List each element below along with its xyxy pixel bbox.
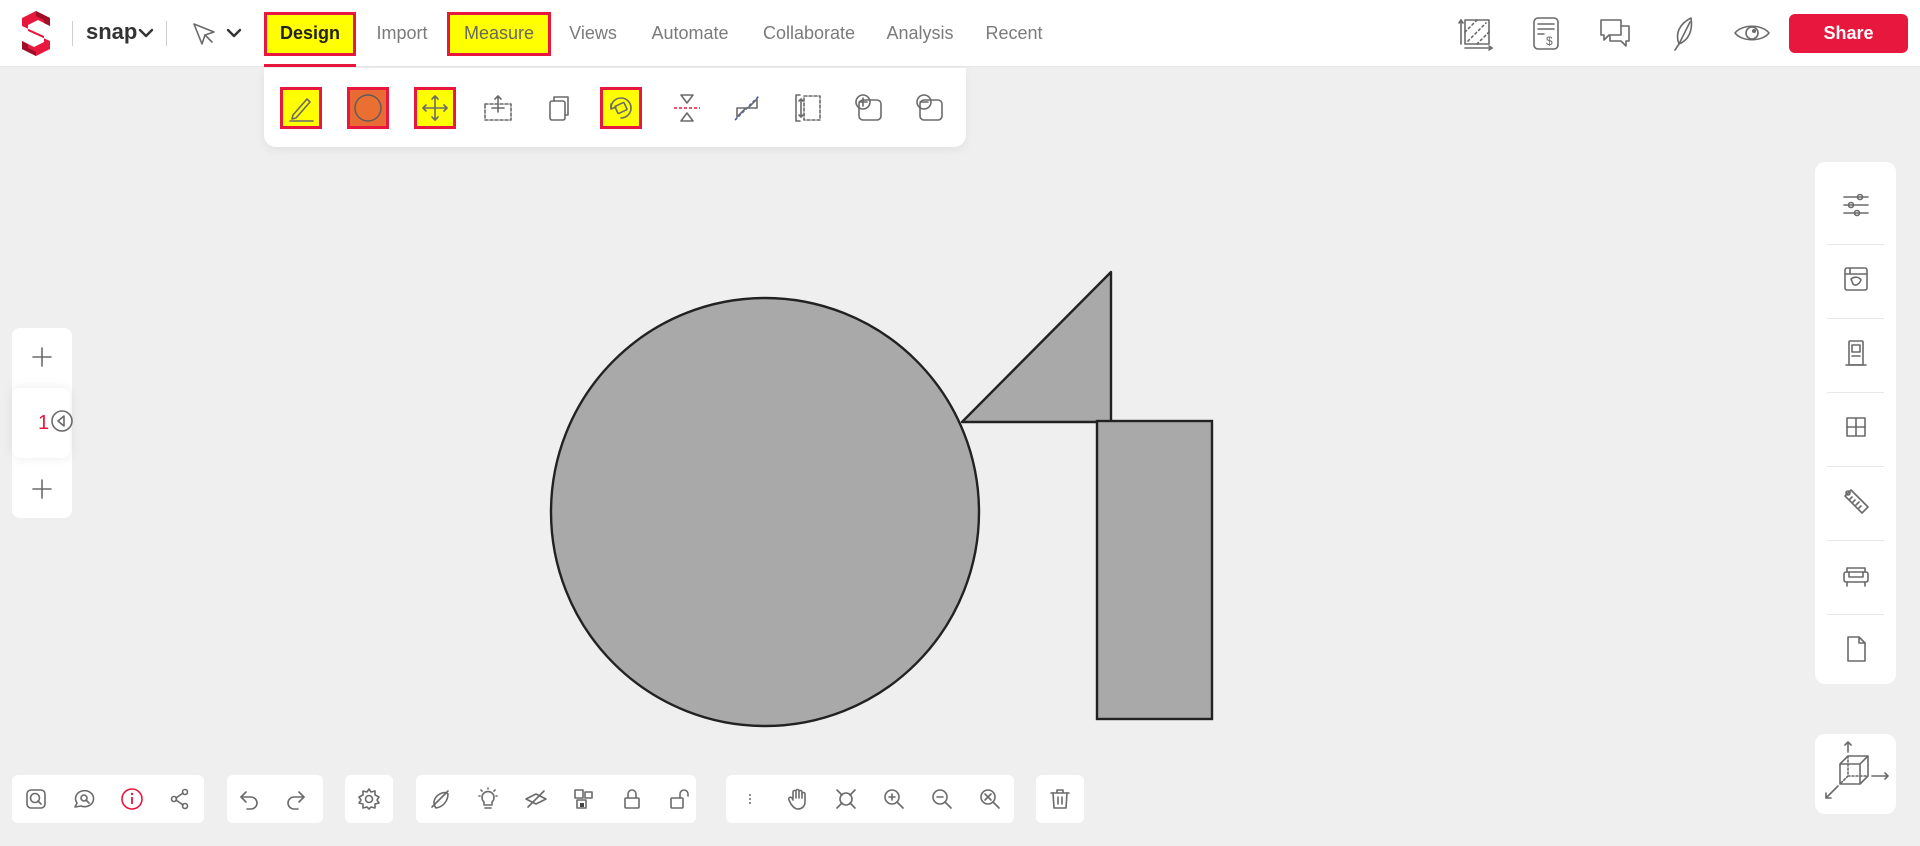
- tab-recent[interactable]: Recent: [983, 0, 1045, 67]
- tape-measure-icon[interactable]: [1815, 464, 1896, 537]
- rotate-icon[interactable]: [600, 87, 642, 129]
- window-icon[interactable]: [1815, 390, 1896, 463]
- move-selection-icon[interactable]: [477, 87, 519, 129]
- area-measure-icon[interactable]: [1458, 14, 1496, 52]
- copy-icon[interactable]: [538, 87, 580, 129]
- mirror-icon[interactable]: [666, 87, 708, 129]
- info-icon[interactable]: [120, 787, 144, 811]
- bottom-toolbar-view: [12, 775, 204, 823]
- comments-icon[interactable]: [1596, 14, 1634, 52]
- add-page-above-icon[interactable]: [30, 345, 54, 369]
- align-icon[interactable]: [787, 87, 829, 129]
- circle-shape[interactable]: [549, 296, 981, 728]
- tab-design[interactable]: Design: [264, 0, 356, 67]
- unlock-icon[interactable]: [668, 787, 692, 811]
- circle-shape-icon[interactable]: [347, 87, 389, 129]
- divider: [72, 21, 73, 46]
- zoom-in-icon[interactable]: [882, 787, 906, 811]
- bottom-toolbar-settings: [345, 775, 393, 823]
- tab-views[interactable]: Views: [566, 0, 620, 67]
- top-bar: snap Design Import Measure Views Automat…: [0, 0, 1920, 67]
- project-name[interactable]: snap: [86, 19, 137, 45]
- preview-eye-icon[interactable]: [1733, 14, 1771, 52]
- search-icon[interactable]: [24, 787, 48, 811]
- 3d-view-axes-icon[interactable]: [1815, 734, 1896, 814]
- page-number-label: 1: [38, 411, 50, 434]
- remove-shape-icon[interactable]: [909, 87, 951, 129]
- trash-icon[interactable]: [1048, 787, 1072, 811]
- bottom-toolbar-navigation: [726, 775, 1014, 823]
- sustainability-leaf-icon[interactable]: [1665, 14, 1703, 52]
- zoom-reset-icon[interactable]: [978, 787, 1002, 811]
- door-icon[interactable]: [1815, 316, 1896, 389]
- move-icon[interactable]: [414, 87, 456, 129]
- tab-measure[interactable]: Measure: [447, 0, 551, 67]
- properties-panel: [1815, 162, 1896, 684]
- rectangle-shape[interactable]: [1095, 419, 1214, 721]
- undo-icon[interactable]: [237, 787, 261, 811]
- group-icon[interactable]: [572, 787, 596, 811]
- bottom-toolbar-visibility: [416, 775, 696, 823]
- divider: [166, 21, 167, 46]
- materials-paint-icon[interactable]: [1815, 242, 1896, 315]
- bottom-toolbar-history: [227, 775, 323, 823]
- furniture-sofa-icon[interactable]: [1815, 538, 1896, 611]
- chevron-down-icon[interactable]: [138, 25, 154, 41]
- draw-pencil-icon[interactable]: [280, 87, 322, 129]
- add-shape-icon[interactable]: [848, 87, 890, 129]
- tab-automate[interactable]: Automate: [649, 0, 731, 67]
- settings-sliders-icon[interactable]: [1815, 168, 1896, 241]
- light-bulb-icon[interactable]: [476, 787, 500, 811]
- more-vertical-icon[interactable]: [738, 787, 762, 811]
- lock-icon[interactable]: [620, 787, 644, 811]
- cost-estimate-icon[interactable]: $: [1526, 14, 1564, 52]
- share-nodes-icon[interactable]: [168, 787, 192, 811]
- svg-text:$: $: [1546, 34, 1553, 48]
- split-icon[interactable]: [726, 87, 768, 129]
- select-pointer-icon[interactable]: [190, 20, 218, 48]
- chat-search-icon[interactable]: [72, 787, 96, 811]
- share-button[interactable]: Share: [1789, 14, 1908, 53]
- tab-import[interactable]: Import: [370, 0, 434, 67]
- collapse-panel-icon[interactable]: [50, 409, 74, 433]
- zoom-out-icon[interactable]: [930, 787, 954, 811]
- layer-hide-icon[interactable]: [524, 787, 548, 811]
- document-icon[interactable]: [1815, 612, 1896, 685]
- chevron-down-icon[interactable]: [226, 25, 242, 41]
- tab-analysis[interactable]: Analysis: [886, 0, 954, 67]
- design-toolbar: [264, 68, 966, 147]
- hide-icon[interactable]: [428, 787, 452, 811]
- fit-icon[interactable]: [834, 787, 858, 811]
- add-page-below-icon[interactable]: [30, 477, 54, 501]
- redo-icon[interactable]: [284, 787, 308, 811]
- pan-hand-icon[interactable]: [786, 787, 810, 811]
- snap-logo[interactable]: [16, 8, 56, 58]
- triangle-shape[interactable]: [960, 270, 1113, 424]
- settings-gear-icon[interactable]: [357, 787, 381, 811]
- tab-collaborate[interactable]: Collaborate: [761, 0, 857, 67]
- bottom-toolbar-delete: [1036, 775, 1084, 823]
